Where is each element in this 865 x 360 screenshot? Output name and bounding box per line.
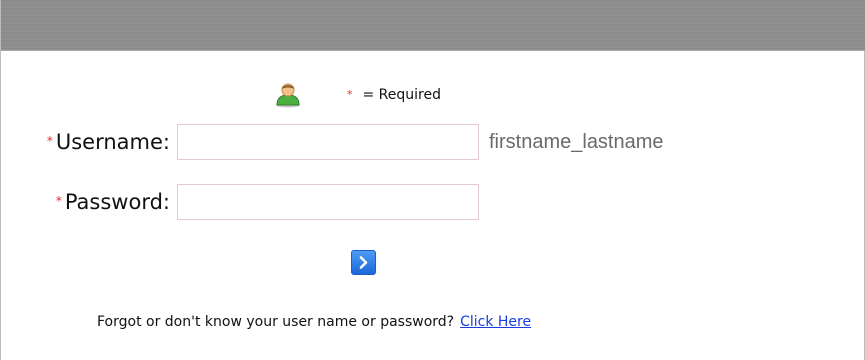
password-label: Password: bbox=[64, 190, 170, 214]
username-label-wrap: * Username: bbox=[1, 130, 177, 154]
required-star: * bbox=[347, 87, 353, 101]
username-input[interactable] bbox=[177, 124, 479, 160]
password-input[interactable] bbox=[177, 184, 479, 220]
required-star: * bbox=[46, 134, 53, 148]
submit-button[interactable] bbox=[351, 250, 376, 275]
required-label: = Required bbox=[362, 87, 442, 103]
username-hint: firstname_lastname bbox=[489, 130, 664, 153]
password-label-wrap: * Password: bbox=[1, 190, 177, 214]
user-icon bbox=[276, 83, 300, 108]
login-panel: * = Required * Username: firstname_lastna… bbox=[0, 0, 865, 360]
username-row: * Username: firstname_lastname bbox=[1, 124, 664, 160]
username-label: Username: bbox=[55, 130, 170, 154]
click-here-link[interactable]: Click Here bbox=[460, 314, 531, 330]
forgot-text: Forgot or don't know your user name or p… bbox=[97, 314, 455, 330]
required-legend: * = Required bbox=[271, 82, 441, 108]
password-row: * Password: bbox=[1, 184, 479, 220]
required-star: * bbox=[55, 194, 62, 208]
header-bar bbox=[1, 0, 865, 51]
chevron-right-icon bbox=[359, 256, 368, 269]
forgot-credentials: Forgot or don't know your user name or p… bbox=[97, 314, 531, 330]
